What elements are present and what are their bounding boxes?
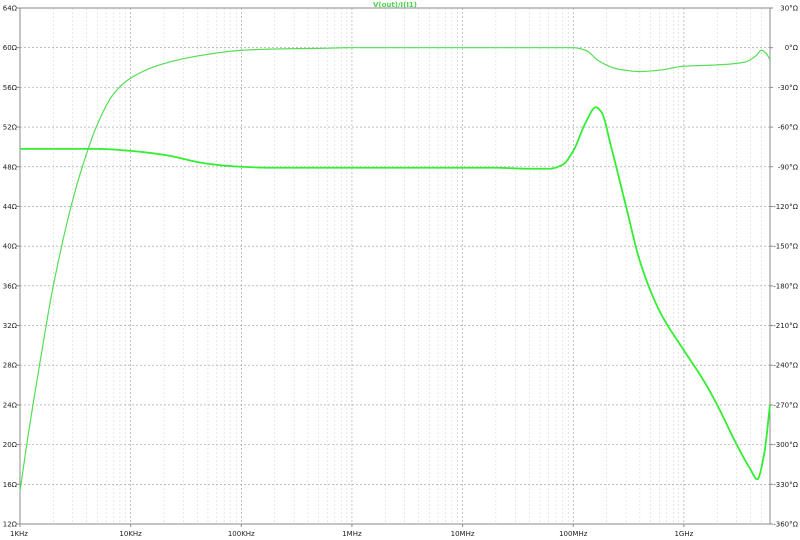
x-tick-label: 1GHz [674, 530, 693, 538]
left-tick-label: 56Ω [3, 84, 18, 92]
right-tick-label: 30°Ω [780, 5, 798, 13]
left-tick-label: 24Ω [3, 401, 18, 409]
right-tick-label: -360°Ω [773, 521, 798, 529]
left-tick-label: 20Ω [3, 441, 18, 449]
left-tick-label: 60Ω [3, 44, 18, 52]
x-tick-label: 10MHz [451, 530, 475, 538]
left-tick-label: 64Ω [3, 5, 18, 13]
right-tick-label: 0°Ω [785, 44, 799, 52]
left-tick-label: 48Ω [3, 163, 18, 171]
impedance-plot: V(out)/I(I1) 64Ω 60Ω 56Ω 52Ω 48Ω 44Ω 40Ω 36Ω 32Ω… [3, 1, 799, 538]
left-tick-label: 12Ω [3, 521, 18, 529]
x-tick-label: 1MHz [342, 530, 362, 538]
left-axis-ticks: 64Ω 60Ω 56Ω 52Ω 48Ω 44Ω 40Ω 36Ω 32Ω 28Ω 24Ω 20Ω 16Ω 1… [3, 5, 20, 529]
right-tick-label: -240°Ω [773, 362, 798, 370]
left-tick-label: 40Ω [3, 243, 18, 251]
left-tick-label: 16Ω [3, 481, 18, 489]
plot-frame [19, 7, 771, 525]
right-tick-label: -60°Ω [778, 124, 799, 132]
right-tick-label: -120°Ω [773, 203, 798, 211]
x-axis-ticks: 1KHz 10KHz 100KHz 1MHz 10MHz 100MHz 1GHz [10, 524, 694, 538]
series-layer [19, 47, 771, 492]
x-tick-label: 1KHz [10, 530, 28, 538]
chart-title: V(out)/I(I1) [373, 1, 417, 9]
grid-layer [20, 8, 770, 524]
right-tick-label: -150°Ω [773, 243, 798, 251]
right-axis-ticks: 30°Ω 0°Ω -30°Ω -60°Ω -90°Ω -120°Ω -150°Ω -180°Ω… [770, 5, 799, 529]
right-tick-label: -90°Ω [778, 163, 799, 171]
left-tick-label: 44Ω [3, 203, 18, 211]
x-tick-label: 10KHz [119, 530, 142, 538]
x-tick-label: 100MHz [559, 530, 588, 538]
right-tick-label: -330°Ω [773, 481, 798, 489]
left-tick-label: 52Ω [3, 124, 18, 132]
right-tick-label: -180°Ω [773, 282, 798, 290]
right-tick-label: -300°Ω [773, 441, 798, 449]
magnitude-series-line [20, 106, 771, 481]
right-tick-label: -270°Ω [773, 401, 798, 409]
left-tick-label: 28Ω [3, 362, 18, 370]
phase-series-line [19, 47, 771, 492]
left-tick-label: 32Ω [3, 322, 18, 330]
left-tick-label: 36Ω [3, 282, 18, 290]
x-tick-label: 100KHz [228, 530, 255, 538]
right-tick-label: -210°Ω [773, 322, 798, 330]
right-tick-label: -30°Ω [778, 84, 799, 92]
